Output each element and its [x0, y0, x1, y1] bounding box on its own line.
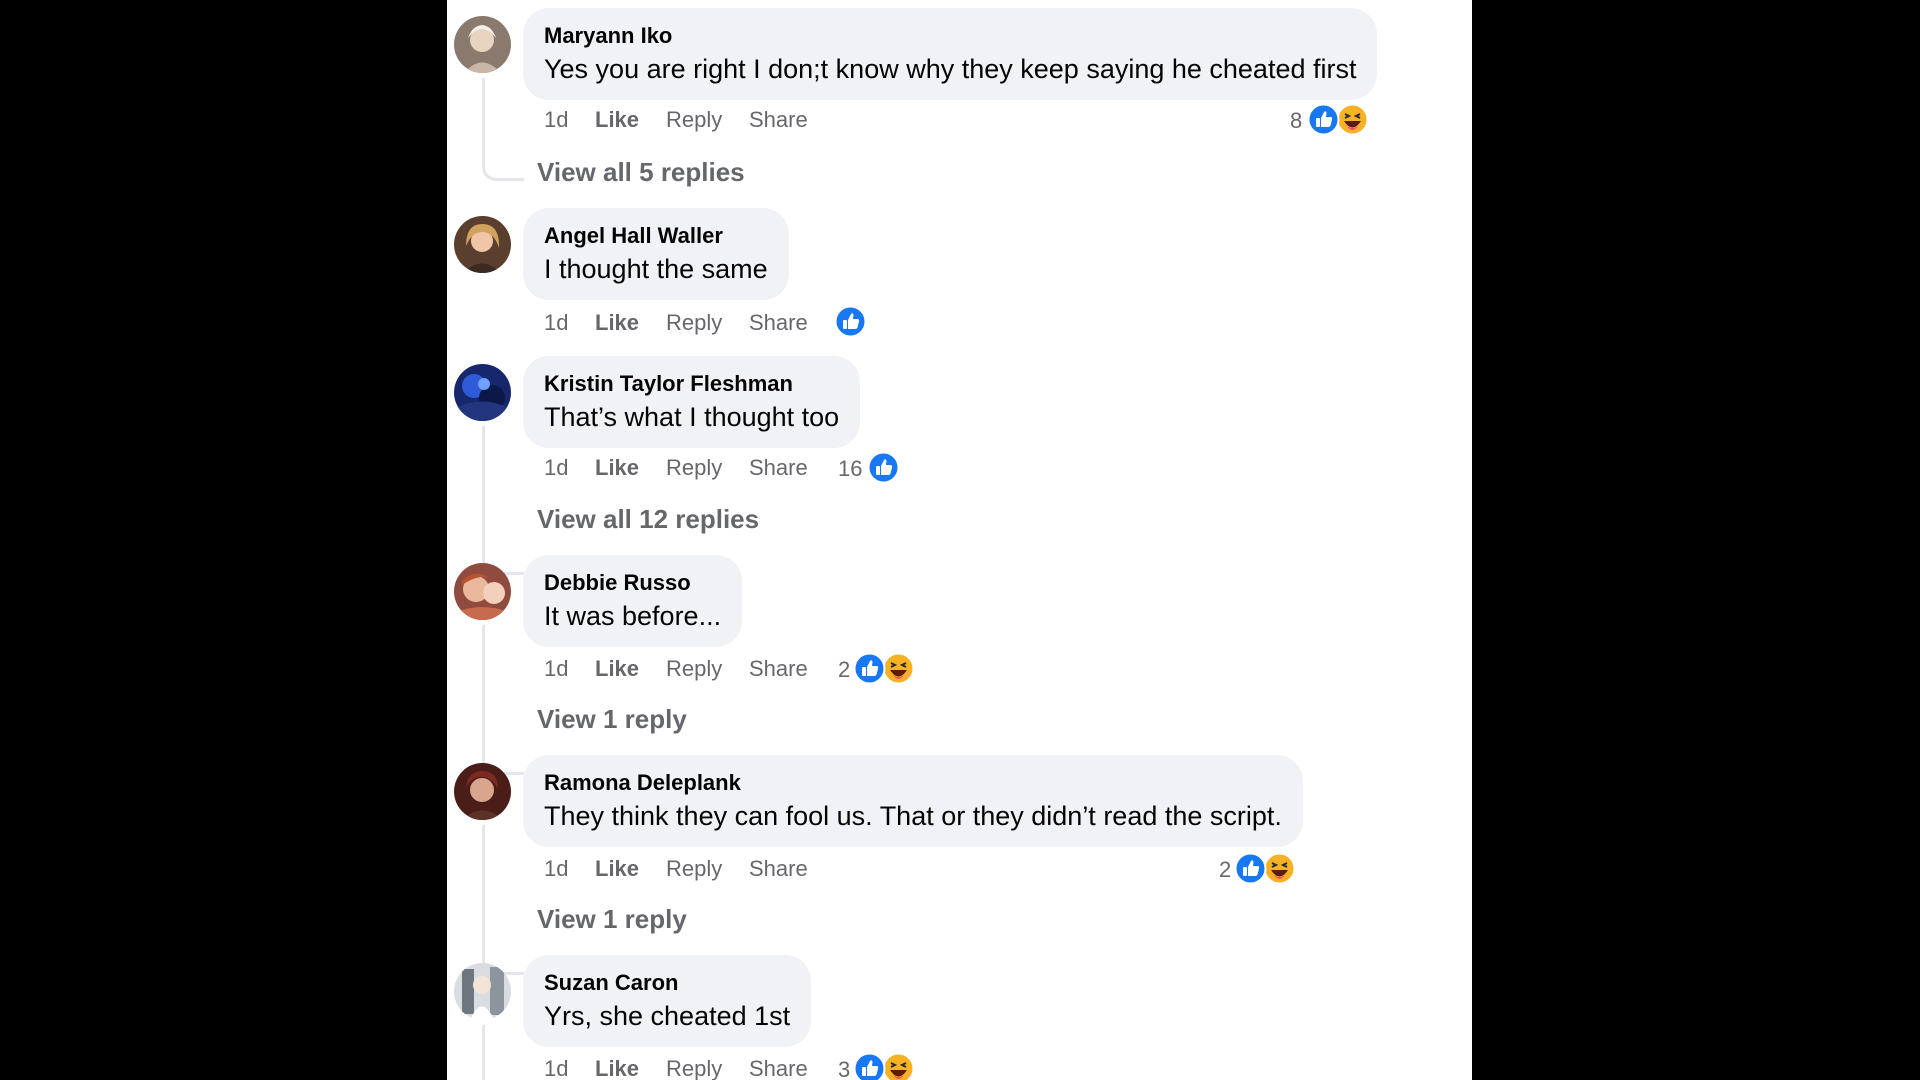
reaction-count: 3: [838, 1057, 851, 1080]
like-button[interactable]: Like: [595, 307, 639, 339]
like-icon: [1307, 103, 1340, 136]
reply-button[interactable]: Reply: [666, 104, 722, 136]
share-button[interactable]: Share: [749, 452, 808, 484]
comment-bubble: Ramona Deleplank They think they can foo…: [523, 755, 1303, 847]
share-button[interactable]: Share: [749, 653, 808, 685]
reactions-summary[interactable]: [834, 305, 874, 339]
comment-timestamp: 1d: [544, 310, 569, 335]
reply-button[interactable]: Reply: [666, 653, 722, 685]
comment-author[interactable]: Angel Hall Waller: [544, 222, 768, 250]
comment-timestamp: 1d: [544, 1056, 569, 1080]
view-replies-link[interactable]: View 1 reply: [537, 703, 687, 735]
thread-line: [482, 1025, 485, 1080]
comment-timestamp: 1d: [544, 107, 569, 132]
avatar[interactable]: [454, 216, 511, 273]
avatar[interactable]: [454, 16, 511, 73]
reactions-summary[interactable]: 2: [1219, 852, 1309, 886]
comment-text: I thought the same: [544, 254, 768, 284]
comment-author[interactable]: Kristin Taylor Fleshman: [544, 370, 839, 398]
comment-text: That’s what I thought too: [544, 402, 840, 432]
like-button[interactable]: Like: [595, 104, 639, 136]
comment-bubble: Angel Hall Waller I thought the same: [523, 208, 789, 300]
reactions-summary[interactable]: 2: [838, 652, 928, 686]
comment-author[interactable]: Debbie Russo: [544, 569, 721, 597]
comment-bubble: Debbie Russo It was before...: [523, 555, 743, 647]
comment-text: Yrs, she cheated 1st: [544, 1001, 791, 1031]
like-button[interactable]: Like: [595, 1053, 639, 1080]
reply-button[interactable]: Reply: [666, 452, 722, 484]
share-button[interactable]: Share: [749, 853, 808, 885]
comment-text: It was before...: [544, 601, 722, 631]
like-icon: [853, 652, 886, 685]
share-button[interactable]: Share: [749, 104, 808, 136]
comment-text: They think they can fool us. That or the…: [544, 801, 1282, 831]
reaction-count: 2: [1219, 857, 1232, 882]
view-replies-link[interactable]: View all 12 replies: [537, 503, 759, 535]
comment-timestamp: 1d: [544, 856, 569, 881]
reactions-summary[interactable]: 3: [838, 1052, 928, 1080]
reaction-count: 2: [838, 657, 851, 682]
comment-bubble: Maryann Iko Yes you are right I don;t kn…: [523, 8, 1378, 100]
like-button[interactable]: Like: [595, 853, 639, 885]
reaction-count: 8: [1290, 108, 1303, 133]
comment-author[interactable]: Suzan Caron: [544, 969, 790, 997]
view-replies-link[interactable]: View 1 reply: [537, 903, 687, 935]
reaction-count: 16: [838, 456, 863, 481]
like-icon: [853, 1052, 886, 1080]
like-button[interactable]: Like: [595, 452, 639, 484]
comment-bubble: Kristin Taylor Fleshman That’s what I th…: [523, 356, 861, 448]
avatar[interactable]: [454, 963, 511, 1020]
haha-icon: [1336, 103, 1369, 136]
like-button[interactable]: Like: [595, 653, 639, 685]
haha-icon: [882, 652, 915, 685]
comment-text: Yes you are right I don;t know why they …: [544, 54, 1357, 84]
haha-icon: [1263, 852, 1296, 885]
like-icon: [1234, 852, 1267, 885]
like-icon: [834, 305, 867, 338]
comment-bubble: Suzan Caron Yrs, she cheated 1st: [523, 955, 812, 1047]
comment-timestamp: 1d: [544, 455, 569, 480]
avatar[interactable]: [454, 763, 511, 820]
comment-author[interactable]: Maryann Iko: [544, 22, 1356, 50]
view-replies-link[interactable]: View all 5 replies: [537, 156, 745, 188]
thread-line: [482, 426, 524, 575]
comment-author[interactable]: Ramona Deleplank: [544, 769, 1282, 797]
thread-line: [482, 78, 524, 181]
share-button[interactable]: Share: [749, 1053, 808, 1080]
thread-line: [482, 825, 524, 975]
thread-line: [482, 625, 524, 775]
haha-icon: [882, 1052, 915, 1080]
like-icon: [867, 451, 900, 484]
reactions-summary[interactable]: 16: [838, 451, 908, 485]
avatar[interactable]: [454, 563, 511, 620]
reply-button[interactable]: Reply: [666, 307, 722, 339]
reply-button[interactable]: Reply: [666, 1053, 722, 1080]
share-button[interactable]: Share: [749, 307, 808, 339]
avatar[interactable]: [454, 364, 511, 421]
comment-timestamp: 1d: [544, 656, 569, 681]
reactions-summary[interactable]: 8: [1290, 103, 1415, 137]
comments-panel: Maryann Iko Yes you are right I don;t kn…: [447, 0, 1472, 1080]
reply-button[interactable]: Reply: [666, 853, 722, 885]
